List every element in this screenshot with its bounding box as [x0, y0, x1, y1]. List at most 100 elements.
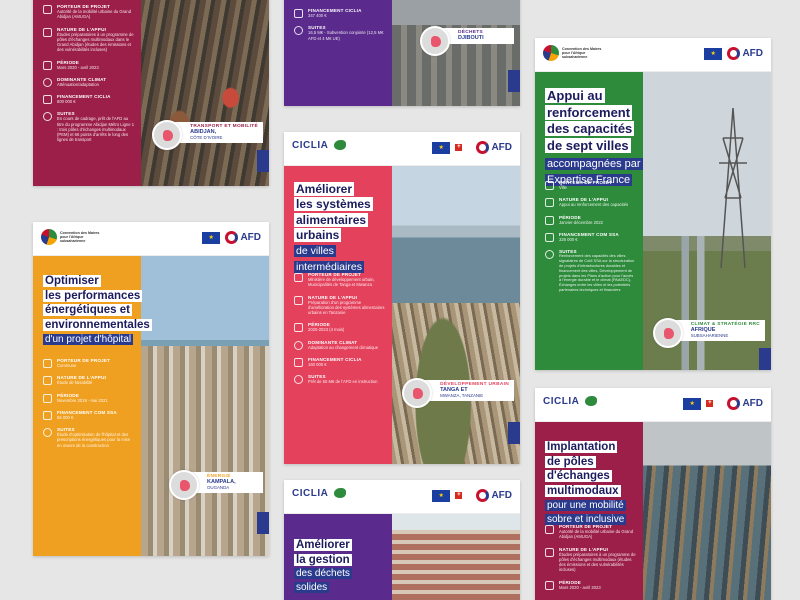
- info-row: FINANCEMENT CICLIA 800 000 €: [43, 94, 135, 104]
- card-header: CICLIA + AFD: [284, 480, 520, 514]
- info-row: SUITES En cours de cadrage, prêt de l'AFD…: [43, 111, 135, 142]
- hubs-info-list: PORTEUR DE PROJET Autorité de la mobilité…: [545, 524, 637, 597]
- partner-logos: AFD: [704, 47, 763, 60]
- abidjan-location-tag: TRANSPORT ET MOBILITÉ ABIDJAN, CÔTE D'IV…: [152, 120, 263, 150]
- card-header: Convention des Maires pour l'Afrique sub…: [535, 38, 771, 72]
- info-row: FINANCEMENT COM SSA 55 000 €: [43, 410, 135, 420]
- info-row: PÉRIODE Mars 2020 - avril 2023: [545, 580, 637, 590]
- solid-waste-card: CICLIA + AFD Améliorer la gestion des déc…: [284, 480, 520, 600]
- energy-info-list: PORTEUR DE PROJET Commune NATURE DE L'APP…: [43, 358, 135, 455]
- djibouti-info-list: FINANCEMENT CICLIA 347 400 € SUITES 16,5 M…: [294, 8, 386, 48]
- target-icon: [43, 428, 52, 437]
- hubs-title: Implantation de pôles d'échanges multimo…: [545, 441, 627, 525]
- map-thumbnail: [652, 318, 683, 348]
- target-icon: [43, 112, 52, 122]
- person-icon: [294, 273, 303, 282]
- africa-icon: [332, 487, 348, 499]
- info-row: FINANCEMENT COM SSA 326 000 €: [545, 232, 635, 242]
- info-row: SUITES Prêt de 50 M€ de l'AFD en instruct…: [294, 374, 386, 384]
- info-row: DOMINANTE CLIMAT Adaptation au changement…: [294, 340, 386, 350]
- street-photo: [392, 0, 520, 106]
- info-row: NATURE DE L'APPUI Études préparatoires à …: [43, 27, 135, 53]
- handshake-icon: [43, 376, 52, 386]
- convention-logo: Convention des Maires pour l'Afrique sub…: [543, 45, 606, 61]
- info-row: SUITES Étude d'optimisation de l'hôpital …: [43, 427, 135, 448]
- info-row: PORTEUR DE PROJET Commune: [43, 358, 135, 368]
- swiss-flag-icon: +: [706, 400, 714, 407]
- person-icon: [545, 525, 554, 534]
- card-header: Convention des Maires pour l'Afrique sub…: [33, 222, 269, 256]
- target-icon: [294, 375, 303, 384]
- globe-icon: [41, 229, 57, 245]
- energy-hospital-card: Convention des Maires pour l'Afrique sub…: [33, 222, 269, 556]
- abidjan-info-panel: PORTEUR DE PROJET Autorité de la mobilité…: [33, 0, 141, 186]
- eu-flag-icon: [202, 231, 221, 244]
- partner-logos: + AFD: [683, 397, 763, 410]
- info-row: SUITES Renforcement des capacités des vil…: [545, 249, 635, 293]
- eu-flag-icon: [683, 397, 702, 410]
- info-row: NATURE DE L'APPUI Appui au renforcement d…: [545, 197, 635, 208]
- capacity-info-list: PORTEUR DE PROJET Ville NATURE DE L'APPUI…: [545, 180, 635, 300]
- info-row: PÉRIODE Janvier-décembre 2022: [545, 215, 635, 225]
- coins-icon: [43, 410, 52, 420]
- afd-ring-icon: [727, 397, 741, 410]
- partner-logos: AFD: [202, 231, 261, 244]
- africa-icon: [332, 139, 348, 151]
- map-thumbnail: [169, 470, 199, 500]
- eu-flag-icon: [432, 141, 451, 154]
- afd-logo: AFD: [476, 141, 512, 154]
- info-row: SUITES 16,5 M€ - Subvention conjointe (12…: [294, 25, 386, 41]
- market-photo: [141, 0, 269, 186]
- eu-flag-icon: [432, 489, 451, 502]
- handshake-icon: [545, 198, 554, 208]
- info-row: PORTEUR DE PROJET Autorité de la mobilité…: [43, 4, 135, 20]
- food-systems-card: CICLIA + AFD Améliorer les systèmes alime…: [284, 132, 520, 464]
- djibouti-location-tag: DÉCHETS DJIBOUTI: [420, 26, 514, 56]
- afd-logo: AFD: [727, 47, 763, 60]
- cloud-icon: [43, 77, 52, 87]
- globe-icon: [543, 45, 559, 61]
- info-row: PÉRIODE Novembre 2019 - mai 2021: [43, 393, 135, 403]
- capacity-location-tag: CLIMAT & STRATÉGIE RRC AFRIQUE SUBSAHARI…: [652, 318, 765, 348]
- info-row: DOMINANTE CLIMAT Atténuation/adaptation: [43, 77, 135, 87]
- convention-logo: Convention des Maires pour l'Afrique sub…: [41, 229, 104, 245]
- swiss-flag-icon: +: [455, 144, 463, 151]
- africa-icon: [583, 395, 599, 407]
- calendar-icon: [545, 580, 554, 590]
- partner-logos: + AFD: [432, 141, 512, 154]
- afd-ring-icon: [225, 231, 239, 244]
- map-thumbnail: [152, 120, 183, 150]
- djibouti-info-panel: FINANCEMENT CICLIA 347 400 € SUITES 16,5 M…: [284, 0, 392, 106]
- afd-ring-icon: [476, 141, 490, 154]
- coins-icon: [294, 9, 303, 18]
- map-thumbnail: [420, 26, 450, 56]
- corner-tab: [508, 70, 520, 92]
- djibouti-waste-card: FINANCEMENT CICLIA 347 400 € SUITES 16,5 M…: [284, 0, 520, 106]
- food-location-tag: DÉVELOPPEMENT URBAIN TANGA ET MWANZA, TA…: [402, 378, 514, 408]
- corner-tab: [257, 150, 269, 172]
- afd-ring-icon: [476, 489, 490, 502]
- afd-logo: AFD: [727, 397, 763, 410]
- card-header: CICLIA + AFD: [535, 388, 771, 422]
- calendar-icon: [43, 393, 52, 403]
- multimodal-hubs-card: CICLIA + AFD Implantation de pôles d'écha…: [535, 388, 771, 600]
- partner-logos: + AFD: [432, 489, 512, 502]
- waste-title: Améliorer la gestion des déchets solides: [294, 539, 352, 594]
- corner-tab: [257, 512, 269, 534]
- handshake-icon: [545, 547, 554, 557]
- card-header: CICLIA + AFD: [284, 132, 520, 166]
- handshake-icon: [294, 295, 303, 305]
- info-row: NATURE DE L'APPUI Préparation d'un progra…: [294, 295, 386, 316]
- abidjan-mobility-card: PORTEUR DE PROJET Autorité de la mobilité…: [33, 0, 269, 186]
- capacity-title: Appui au renforcement des capacités de s…: [545, 88, 643, 186]
- calendar-icon: [545, 215, 554, 225]
- coins-icon: [294, 357, 303, 367]
- coins-icon: [545, 232, 554, 242]
- info-row: PORTEUR DE PROJET Ville: [545, 180, 635, 190]
- afd-ring-icon: [727, 47, 741, 60]
- energy-title: Optimiser les performances énergétiques …: [43, 275, 152, 345]
- calendar-icon: [294, 323, 303, 333]
- person-icon: [545, 181, 554, 190]
- info-row: PÉRIODE 2020-2023 (4 mois): [294, 322, 386, 333]
- food-info-list: PORTEUR DE PROJET Ministère de développem…: [294, 272, 386, 391]
